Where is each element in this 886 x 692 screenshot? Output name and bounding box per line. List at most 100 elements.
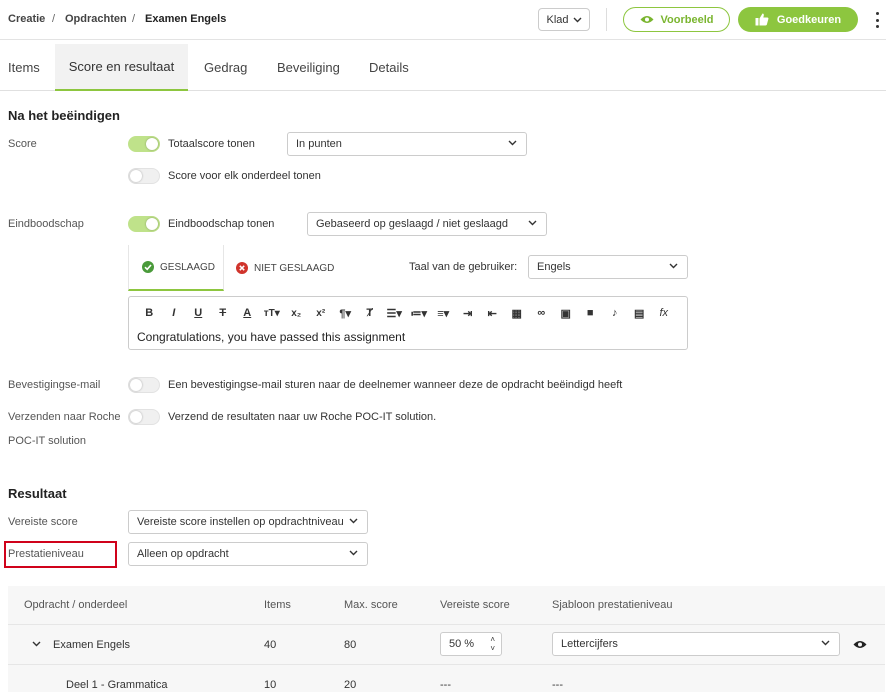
row-sjabloon: --- [552,679,563,691]
check-circle-icon [142,261,154,273]
bullet-list-icon[interactable]: ☰▾ [382,307,407,320]
score-type-select[interactable]: In punten [287,132,527,156]
score-type-value: In punten [296,138,342,150]
underline-icon[interactable]: U [186,307,211,319]
prestatieniveau-label: Prestatieniveau [8,548,84,560]
prestatieniveau-select[interactable]: Alleen op opdracht [128,542,368,566]
tab-beveiliging[interactable]: Beveiliging [277,44,340,91]
image-icon[interactable]: ▣ [554,307,579,320]
row-name: Deel 1 - Grammatica [66,679,168,691]
divider [606,8,607,31]
editor-content[interactable]: Congratulations, you have passed this as… [137,330,405,344]
section-heading-resultaat: Resultaat [8,486,67,501]
video-icon[interactable]: ■ [578,307,603,319]
table-row: Examen Engels 40 80 50 % ˄ ˅ Lettercijfer… [8,624,885,664]
bevestiging-toggle[interactable] [128,377,160,393]
status-label: Klad [546,13,569,26]
row-items: 40 [264,639,277,651]
row-items: 10 [264,679,277,691]
column-header: Max. score [344,599,398,611]
align-icon[interactable]: ≡▾ [431,307,456,320]
thumbs-up-icon [755,13,769,26]
eindboodschap-toggle[interactable] [128,216,160,232]
tab-niet-geslaagd-label: NIET GESLAAGD [254,262,335,274]
strikethrough-icon[interactable]: T [211,307,236,319]
formula-icon[interactable]: fx [652,307,677,319]
subscript-icon[interactable]: x₂ [284,308,309,319]
tab-geslaagd[interactable]: GESLAAGD [128,245,224,291]
error-circle-icon [236,262,248,274]
font-color-icon[interactable]: A [235,307,260,319]
column-header: Sjabloon prestatieniveau [552,599,673,611]
file-icon[interactable]: ▤ [627,307,652,320]
chevron-down-icon [349,518,358,524]
tab-score-en-resultaat[interactable]: Score en resultaat [55,44,188,91]
vereiste-score-stepper[interactable]: 50 % ˄ ˅ [440,632,502,656]
bevestiging-text: Een bevestigingse-mail sturen naar de de… [168,379,623,391]
tab-niet-geslaagd[interactable]: NIET GESLAAGD [236,245,334,291]
row-max-score: 20 [344,679,357,691]
clear-format-icon[interactable]: Ⱦ [358,307,383,319]
vereiste-score-label: Vereiste score [8,516,78,528]
tab-details[interactable]: Details [369,44,409,91]
breadcrumb-creatie[interactable]: Creatie [8,13,45,25]
editor-toolbar: B I U T A тT▾ x₂ x² ¶▾ Ⱦ ☰▾ ≔▾ ≡▾ ⇥ ⇤ ▦ … [137,304,676,322]
taal-value: Engels [537,261,571,273]
paragraph-icon[interactable]: ¶▾ [333,307,358,320]
rich-text-editor[interactable]: B I U T A тT▾ x₂ x² ¶▾ Ⱦ ☰▾ ≔▾ ≡▾ ⇥ ⇤ ▦ … [128,296,688,350]
column-header: Items [264,599,291,611]
breadcrumb-separator: / [52,13,56,25]
table-row: Deel 1 - Grammatica 10 20 --- --- [8,664,885,692]
eye-icon [640,16,653,23]
preview-label: Voorbeeld [660,13,714,26]
vereiste-score-select[interactable]: Vereiste score instellen op opdrachtnive… [128,510,368,534]
tab-bar: Items Score en resultaat Gedrag Beveilig… [0,44,886,91]
eye-icon[interactable] [853,640,867,649]
eindboodschap-label: Eindboodschap [8,218,84,230]
chevron-down-icon [573,17,582,22]
chevron-down-icon [669,263,678,269]
totaalscore-toggle[interactable] [128,136,160,152]
font-size-icon[interactable]: тT▾ [260,308,285,319]
status-dropdown[interactable]: Klad [538,8,590,31]
row-vereiste-score: --- [440,679,451,691]
numbered-list-icon[interactable]: ≔▾ [407,307,432,320]
roche-label-line2: POC-IT solution [8,435,87,447]
row-max-score: 80 [344,639,357,651]
indent-icon[interactable]: ⇥ [456,307,481,320]
preview-button[interactable]: Voorbeeld [623,7,730,32]
outdent-icon[interactable]: ⇤ [480,307,505,320]
taal-select[interactable]: Engels [528,255,688,279]
eindboodschap-select-value: Gebaseerd op geslaagd / niet geslaagd [316,218,509,230]
audio-icon[interactable]: ♪ [603,307,628,319]
breadcrumb-opdrachten[interactable]: Opdrachten [65,13,127,25]
link-icon[interactable]: ∞ [529,307,554,319]
eindboodschap-toggle-label: Eindboodschap tonen [168,218,275,230]
chevron-down-icon[interactable] [32,641,41,647]
score-label: Score [8,138,37,150]
taal-label: Taal van de gebruiker: [409,261,518,273]
sjabloon-select[interactable]: Lettercijfers [552,632,840,656]
prestatie-table: Opdracht / onderdeel Items Max. score Ve… [8,586,885,692]
bold-icon[interactable]: B [137,307,162,319]
column-header: Opdracht / onderdeel [24,599,128,611]
breadcrumb-current: Examen Engels [145,13,227,25]
eindboodschap-select[interactable]: Gebaseerd op geslaagd / niet geslaagd [307,212,547,236]
onderdeel-score-toggle[interactable] [128,168,160,184]
italic-icon[interactable]: I [162,307,187,319]
table-icon[interactable]: ▦ [505,307,530,320]
roche-toggle[interactable] [128,409,160,425]
tab-gedrag[interactable]: Gedrag [204,44,247,91]
onderdeel-score-label: Score voor elk onderdeel tonen [168,170,321,182]
chevron-down-icon [821,640,830,646]
sjabloon-value: Lettercijfers [561,638,618,650]
tab-items[interactable]: Items [0,44,51,91]
superscript-icon[interactable]: x² [309,308,334,319]
approve-label: Goedkeuren [776,13,842,26]
roche-text: Verzend de resultaten naar uw Roche POC-… [168,411,437,423]
more-menu-icon[interactable] [874,12,880,28]
approve-button[interactable]: Goedkeuren [738,7,858,32]
stepper-arrows-icon[interactable]: ˄ ˅ [490,635,495,653]
roche-label: Verzenden naar Roche [8,411,121,423]
vereiste-score-percentage: 50 % [449,638,475,650]
